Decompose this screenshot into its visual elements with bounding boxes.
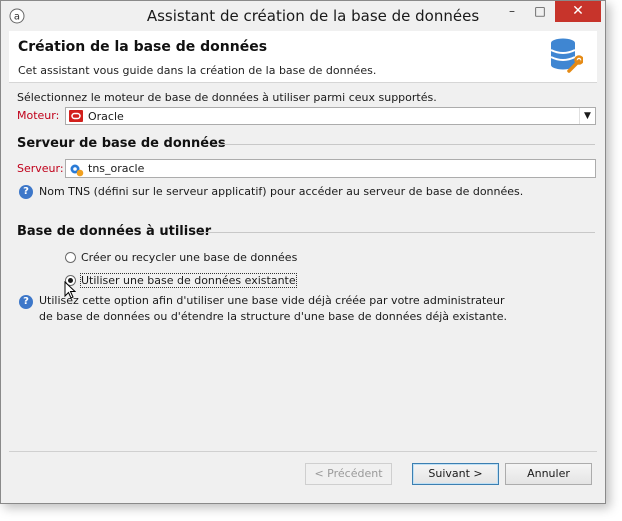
close-button[interactable]: ✕ xyxy=(555,1,601,22)
radio-create-label[interactable]: Créer ou recycler une base de données xyxy=(81,251,297,264)
database-section-heading: Base de données à utiliser xyxy=(17,224,595,239)
server-input-value: tns_oracle xyxy=(88,162,145,175)
next-button[interactable]: Suivant > xyxy=(412,463,499,485)
database-section-title: Base de données à utiliser xyxy=(17,224,212,239)
server-gear-icon xyxy=(70,164,84,177)
section-divider xyxy=(213,144,595,145)
help-icon: ? xyxy=(19,295,33,309)
maximize-button[interactable]: □ xyxy=(527,1,553,22)
radio-button[interactable] xyxy=(65,252,76,263)
previous-button[interactable]: < Précédent xyxy=(305,463,392,485)
engine-select-value: Oracle xyxy=(88,110,124,123)
server-input[interactable]: tns_oracle xyxy=(65,159,596,178)
wizard-content: Sélectionnez le moteur de base de donnée… xyxy=(9,83,597,503)
database-help-text-line2: de base de données ou d'étendre la struc… xyxy=(39,310,508,323)
minimize-button[interactable]: – xyxy=(499,1,525,22)
server-help-text: Nom TNS (défini sur le serveur applicati… xyxy=(39,185,524,198)
section-divider xyxy=(198,232,595,233)
title-bar[interactable]: a Assistant de création de la base de do… xyxy=(1,1,605,31)
server-section-heading: Serveur de base de données xyxy=(17,136,595,151)
engine-select[interactable]: Oracle ▼ xyxy=(65,107,596,125)
page-title: Création de la base de données xyxy=(18,39,268,55)
server-section-title: Serveur de base de données xyxy=(17,136,226,151)
server-label: Serveur: xyxy=(17,162,64,175)
footer-divider xyxy=(9,451,597,452)
wizard-header: Création de la base de données Cet assis… xyxy=(9,31,597,83)
database-help-text-line1: Utilisez cette option afin d'utiliser un… xyxy=(39,294,505,307)
cancel-button[interactable]: Annuler xyxy=(505,463,592,485)
engine-label: Moteur: xyxy=(17,109,60,122)
oracle-icon xyxy=(69,110,83,122)
chevron-down-icon[interactable]: ▼ xyxy=(579,108,595,124)
help-icon: ? xyxy=(19,185,33,199)
mouse-cursor-icon xyxy=(64,281,76,299)
engine-intro-text: Sélectionnez le moteur de base de donnée… xyxy=(17,91,437,104)
page-subtitle: Cet assistant vous guide dans la créatio… xyxy=(18,64,377,77)
wizard-window: a Assistant de création de la base de do… xyxy=(0,0,606,504)
radio-existing-label[interactable]: Utiliser une base de données existante xyxy=(80,273,297,288)
database-wrench-icon xyxy=(550,38,583,73)
